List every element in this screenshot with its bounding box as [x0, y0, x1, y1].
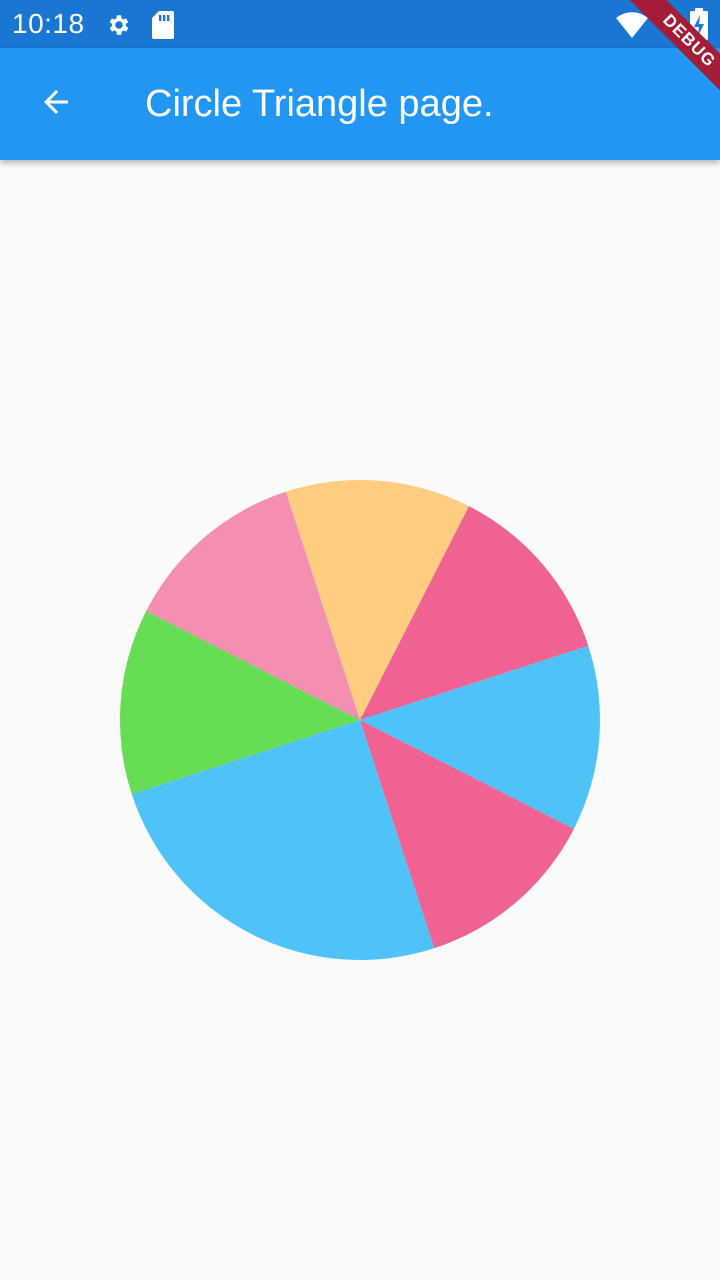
pie-wheel[interactable]: [0, 160, 720, 1280]
sd-card-icon: [152, 11, 174, 44]
wifi-icon: [616, 12, 648, 43]
page-body: [0, 160, 720, 1280]
gear-icon: [106, 12, 132, 43]
status-bar: 10:18: [0, 0, 720, 48]
page-title: Circle Triangle page.: [145, 83, 494, 125]
arrow-back-icon: [38, 84, 74, 125]
back-button[interactable]: [20, 68, 92, 140]
battery-charging-icon: [690, 8, 708, 45]
status-time: 10:18: [12, 8, 85, 39]
app-bar: Circle Triangle page.: [0, 48, 720, 160]
